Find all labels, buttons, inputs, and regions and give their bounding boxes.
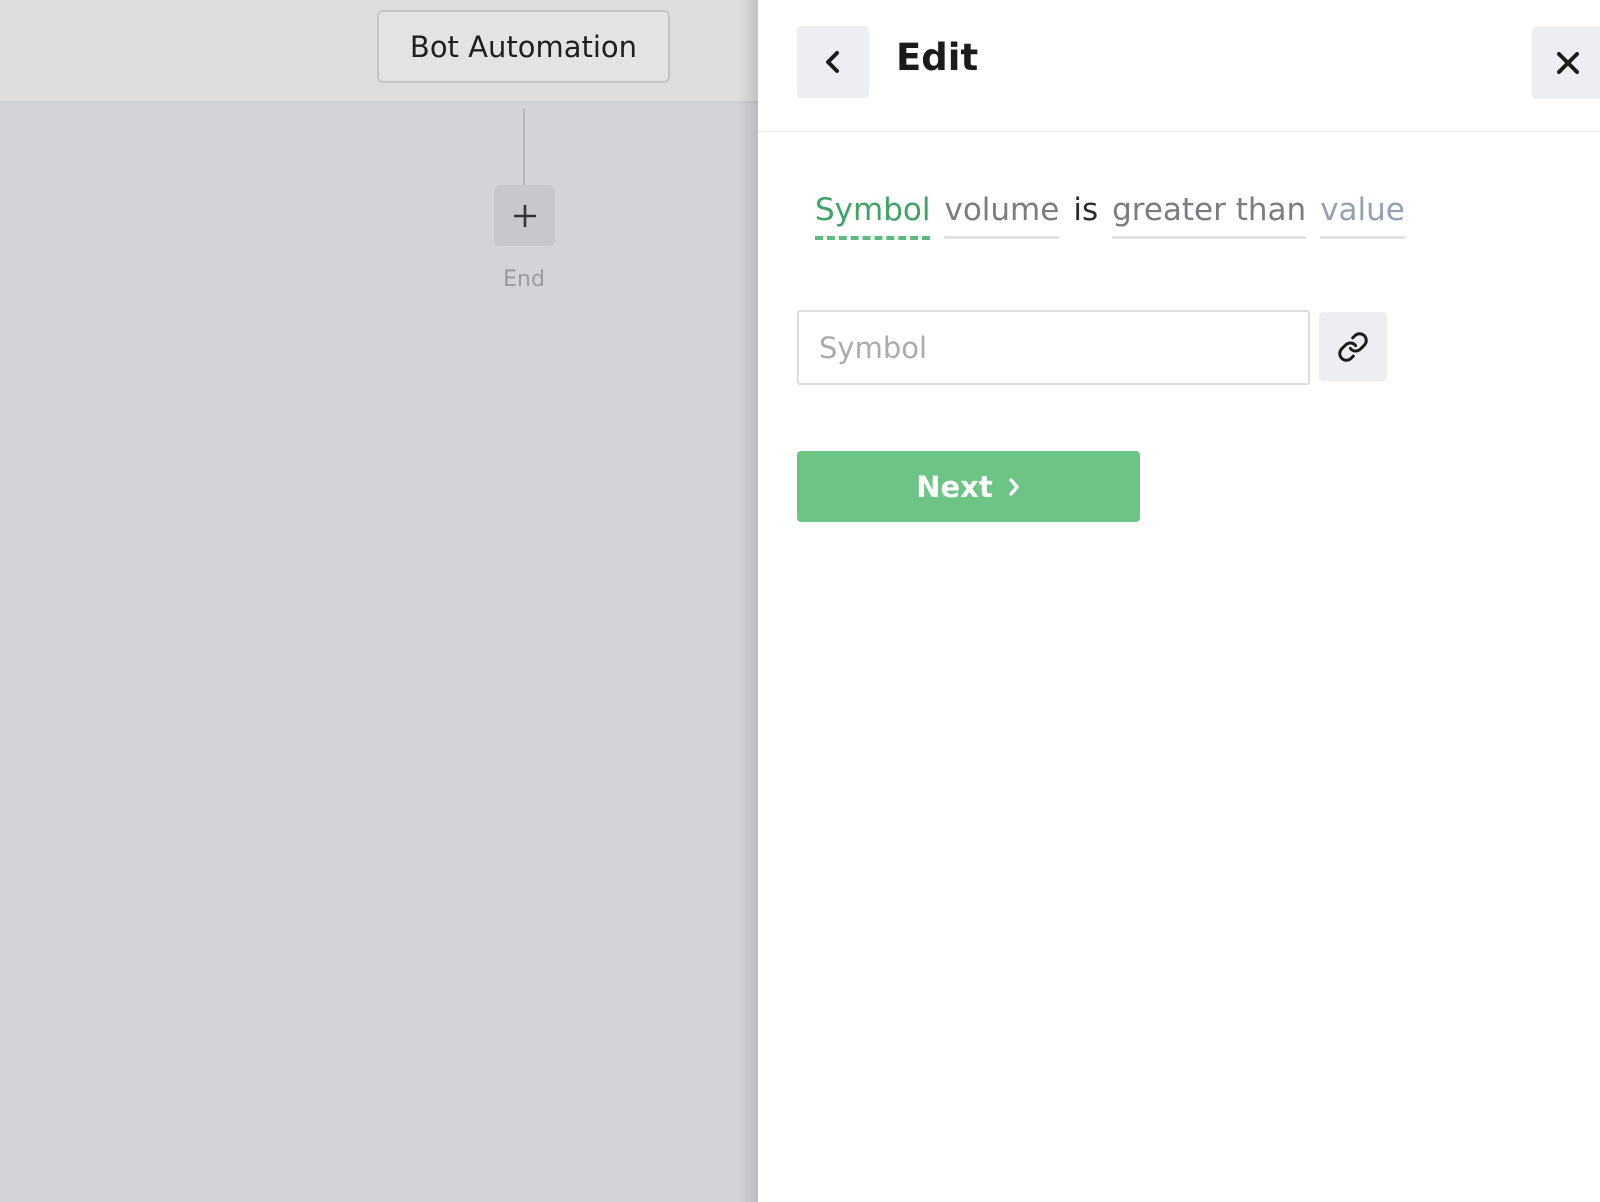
- flow-title-node[interactable]: Bot Automation: [377, 10, 670, 83]
- flow-connector-line: [523, 109, 525, 185]
- panel-shadow: [738, 0, 758, 1202]
- condition-token-value[interactable]: value: [1320, 188, 1405, 239]
- panel-header: Edit: [758, 0, 1600, 132]
- chevron-left-icon: [826, 51, 839, 73]
- condition-token-volume[interactable]: volume: [944, 188, 1060, 239]
- next-button[interactable]: Next: [797, 451, 1140, 522]
- condition-token-is: is: [1073, 192, 1099, 228]
- condition-token-comparator[interactable]: greater than: [1112, 188, 1307, 239]
- end-node-label: End: [503, 267, 545, 292]
- add-step-button[interactable]: [494, 185, 555, 246]
- link-variable-button[interactable]: [1319, 312, 1387, 381]
- back-button[interactable]: [797, 26, 869, 98]
- close-button[interactable]: [1532, 27, 1600, 99]
- panel-title: Edit: [896, 36, 979, 79]
- flow-canvas: Bot Automation End: [0, 0, 758, 1202]
- condition-sentence: Symbol volume is greater than value: [815, 188, 1419, 240]
- close-icon: [1557, 52, 1579, 74]
- canvas-header: Bot Automation: [0, 0, 758, 103]
- edit-panel: Edit Symbol volume is greater than value…: [758, 0, 1600, 1202]
- plus-icon: [513, 204, 536, 227]
- condition-token-symbol[interactable]: Symbol: [815, 188, 931, 240]
- next-button-label: Next: [916, 469, 993, 504]
- symbol-input[interactable]: [797, 310, 1310, 385]
- chevron-right-icon: [1009, 477, 1019, 496]
- link-icon: [1338, 331, 1368, 362]
